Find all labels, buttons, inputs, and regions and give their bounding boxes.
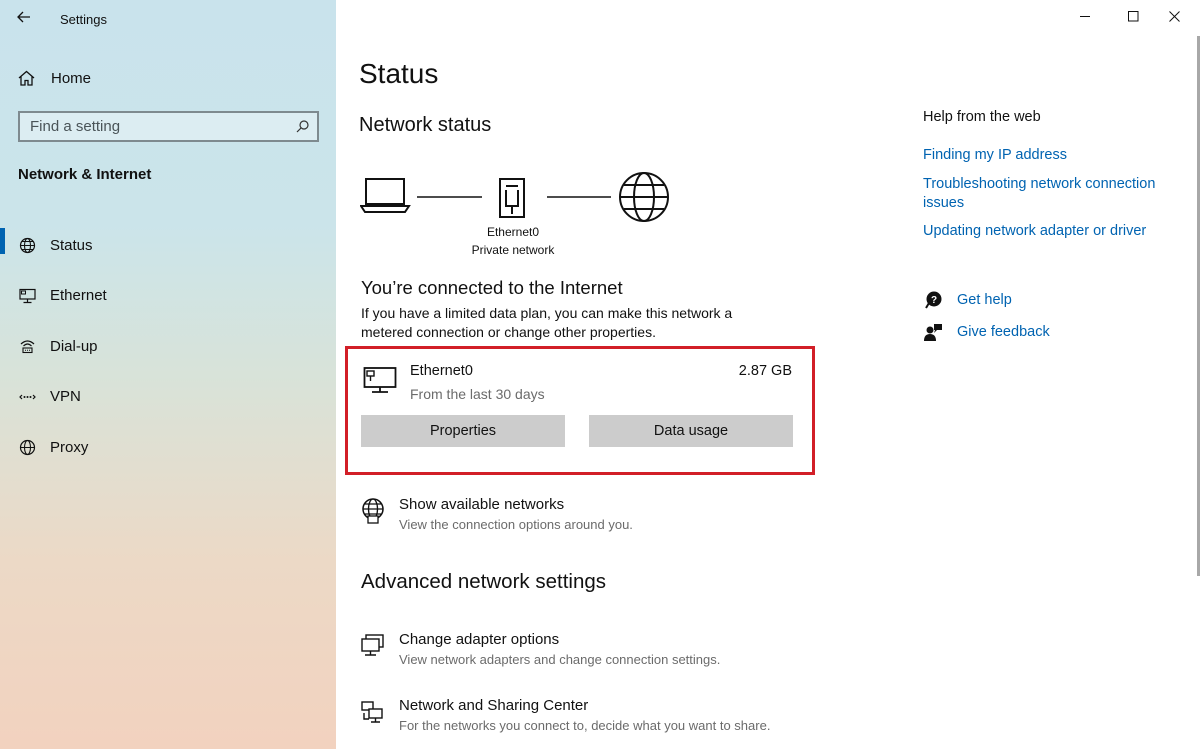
adapter-options-title: Change adapter options [399, 631, 560, 648]
usage-period: From the last 30 days [410, 386, 545, 402]
minimize-button[interactable] [1062, 0, 1108, 32]
home-label: Home [51, 69, 92, 87]
laptop-icon [359, 178, 411, 213]
main-pane: Status Network status Ethernet0 Private … [336, 0, 1200, 749]
show-available-networks[interactable]: Show available networks View the connect… [360, 496, 760, 536]
show-networks-title: Show available networks [399, 496, 565, 513]
maximize-button[interactable] [1110, 0, 1156, 32]
sidebar-item-label: VPN [50, 388, 81, 406]
svg-text:?: ? [931, 295, 937, 306]
network-sharing-center[interactable]: Network and Sharing Center For the netwo… [360, 697, 800, 737]
globe-network-icon [360, 498, 386, 524]
give-feedback-icon [923, 323, 943, 341]
connection-card: Ethernet0 From the last 30 days 2.87 GB … [345, 346, 815, 475]
sidebar-item-status[interactable]: Status [0, 220, 336, 271]
diagram-network-type: Private network [471, 243, 555, 257]
section-title: Network & Internet [18, 166, 152, 183]
get-help-icon: ? [923, 291, 943, 309]
network-diagram-graphic [359, 172, 669, 222]
network-diagram: Ethernet0 Private network [359, 170, 690, 260]
network-status-heading: Network status [359, 114, 492, 136]
maximize-icon [1127, 10, 1138, 21]
give-feedback-label: Give feedback [957, 324, 1050, 340]
ethernet-monitor-icon [363, 366, 397, 399]
link-updating-adapter[interactable]: Updating network adapter or driver [923, 222, 1183, 241]
sidebar-item-label: Proxy [50, 438, 89, 456]
back-button[interactable] [10, 5, 38, 29]
app-title: Settings [60, 12, 107, 27]
close-button[interactable] [1151, 0, 1197, 32]
ethernet-jack-icon [499, 178, 525, 218]
data-usage-button[interactable]: Data usage [589, 415, 793, 447]
show-networks-desc: View the connection options around you. [399, 517, 633, 532]
sharing-center-icon [360, 699, 386, 725]
diagram-adapter-name: Ethernet0 [486, 225, 540, 239]
globe-icon [18, 439, 36, 456]
link-troubleshooting[interactable]: Troubleshooting network connection issue… [923, 175, 1173, 213]
get-help-label: Get help [957, 292, 1012, 308]
globe-status-icon [18, 237, 36, 254]
sidebar-item-label: Dial-up [50, 337, 98, 355]
ethernet-monitor-icon [18, 288, 36, 304]
advanced-settings-heading: Advanced network settings [361, 570, 606, 593]
properties-button[interactable]: Properties [361, 415, 565, 447]
sidebar: Settings Home Network & Internet [0, 0, 336, 749]
page-title: Status [359, 58, 439, 89]
adapter-name: Ethernet0 [410, 363, 473, 379]
search-input[interactable] [20, 118, 287, 135]
vpn-icon [18, 389, 36, 405]
search-box[interactable] [18, 111, 319, 142]
close-icon [1168, 10, 1180, 22]
back-arrow-icon [17, 11, 30, 23]
get-help-link[interactable]: ? Get help [923, 291, 1012, 309]
give-feedback-link[interactable]: Give feedback [923, 323, 1050, 341]
dialup-phone-icon [18, 338, 36, 354]
internet-globe-icon [619, 172, 669, 222]
sidebar-item-vpn[interactable]: VPN [0, 372, 336, 423]
sidebar-item-dialup[interactable]: Dial-up [0, 321, 336, 372]
sidebar-item-label: Ethernet [50, 287, 107, 305]
network-adapter-icon [360, 633, 386, 659]
sidebar-nav: Status Ethernet Dial-up VPN Proxy [0, 220, 336, 473]
link-finding-ip[interactable]: Finding my IP address [923, 146, 1183, 165]
connection-status-desc: If you have a limited data plan, you can… [361, 305, 733, 340]
sidebar-home[interactable]: Home [0, 62, 336, 94]
data-used: 2.87 GB [738, 363, 792, 379]
minimize-icon [1079, 15, 1090, 17]
home-icon [18, 70, 36, 86]
change-adapter-options[interactable]: Change adapter options View network adap… [360, 631, 780, 671]
sidebar-item-label: Status [50, 236, 93, 254]
sharing-center-title: Network and Sharing Center [399, 697, 589, 714]
help-panel-title: Help from the web [923, 109, 1041, 125]
sidebar-item-ethernet[interactable]: Ethernet [0, 271, 336, 322]
connection-status-title: You’re connected to the Internet [361, 277, 623, 298]
adapter-options-desc: View network adapters and change connect… [399, 652, 721, 667]
sharing-center-desc: For the networks you connect to, decide … [399, 718, 771, 733]
search-icon[interactable] [287, 120, 317, 133]
sidebar-item-proxy[interactable]: Proxy [0, 422, 336, 473]
